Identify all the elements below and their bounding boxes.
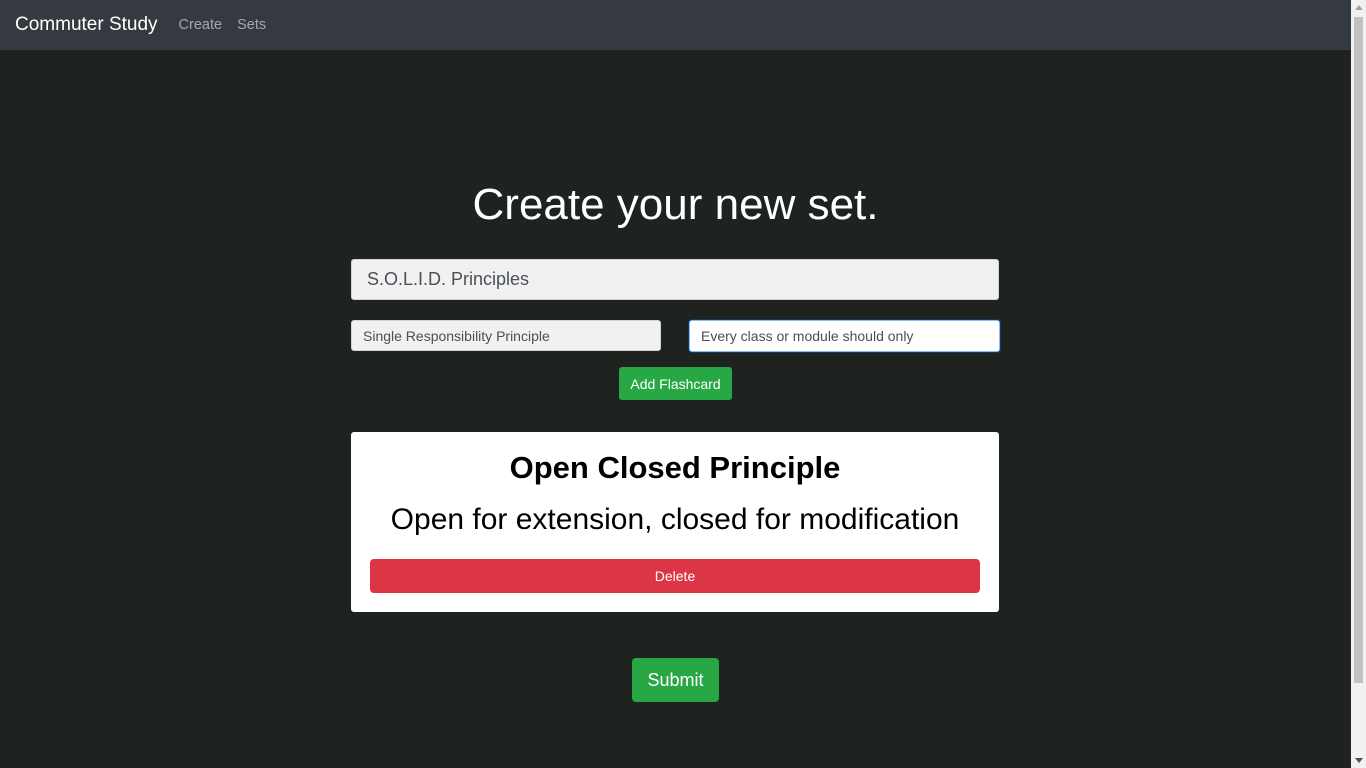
nav-link-create[interactable]: Create [179, 17, 223, 33]
term-input[interactable] [351, 320, 661, 351]
delete-flashcard-button[interactable]: Delete [370, 559, 980, 593]
navbar: Commuter Study Create Sets [0, 0, 1351, 50]
flashcard-term: Open Closed Principle [509, 450, 841, 485]
brand-link[interactable]: Commuter Study [15, 14, 158, 36]
definition-input[interactable] [689, 320, 1000, 352]
page-title: Create your new set. [472, 180, 879, 229]
scroll-up-arrow-icon[interactable] [1351, 0, 1366, 15]
flashcard: Open Closed Principle Open for extension… [351, 432, 999, 612]
set-title-input[interactable] [351, 259, 999, 300]
add-flashcard-button[interactable]: Add Flashcard [619, 367, 732, 400]
flashcard-definition: Open for extension, closed for modificat… [390, 503, 960, 536]
scroll-down-arrow-icon[interactable] [1351, 753, 1366, 768]
nav-link-sets[interactable]: Sets [237, 17, 266, 33]
scrollbar-thumb[interactable] [1354, 17, 1363, 683]
submit-button[interactable]: Submit [632, 658, 719, 702]
vertical-scrollbar[interactable] [1351, 0, 1366, 768]
